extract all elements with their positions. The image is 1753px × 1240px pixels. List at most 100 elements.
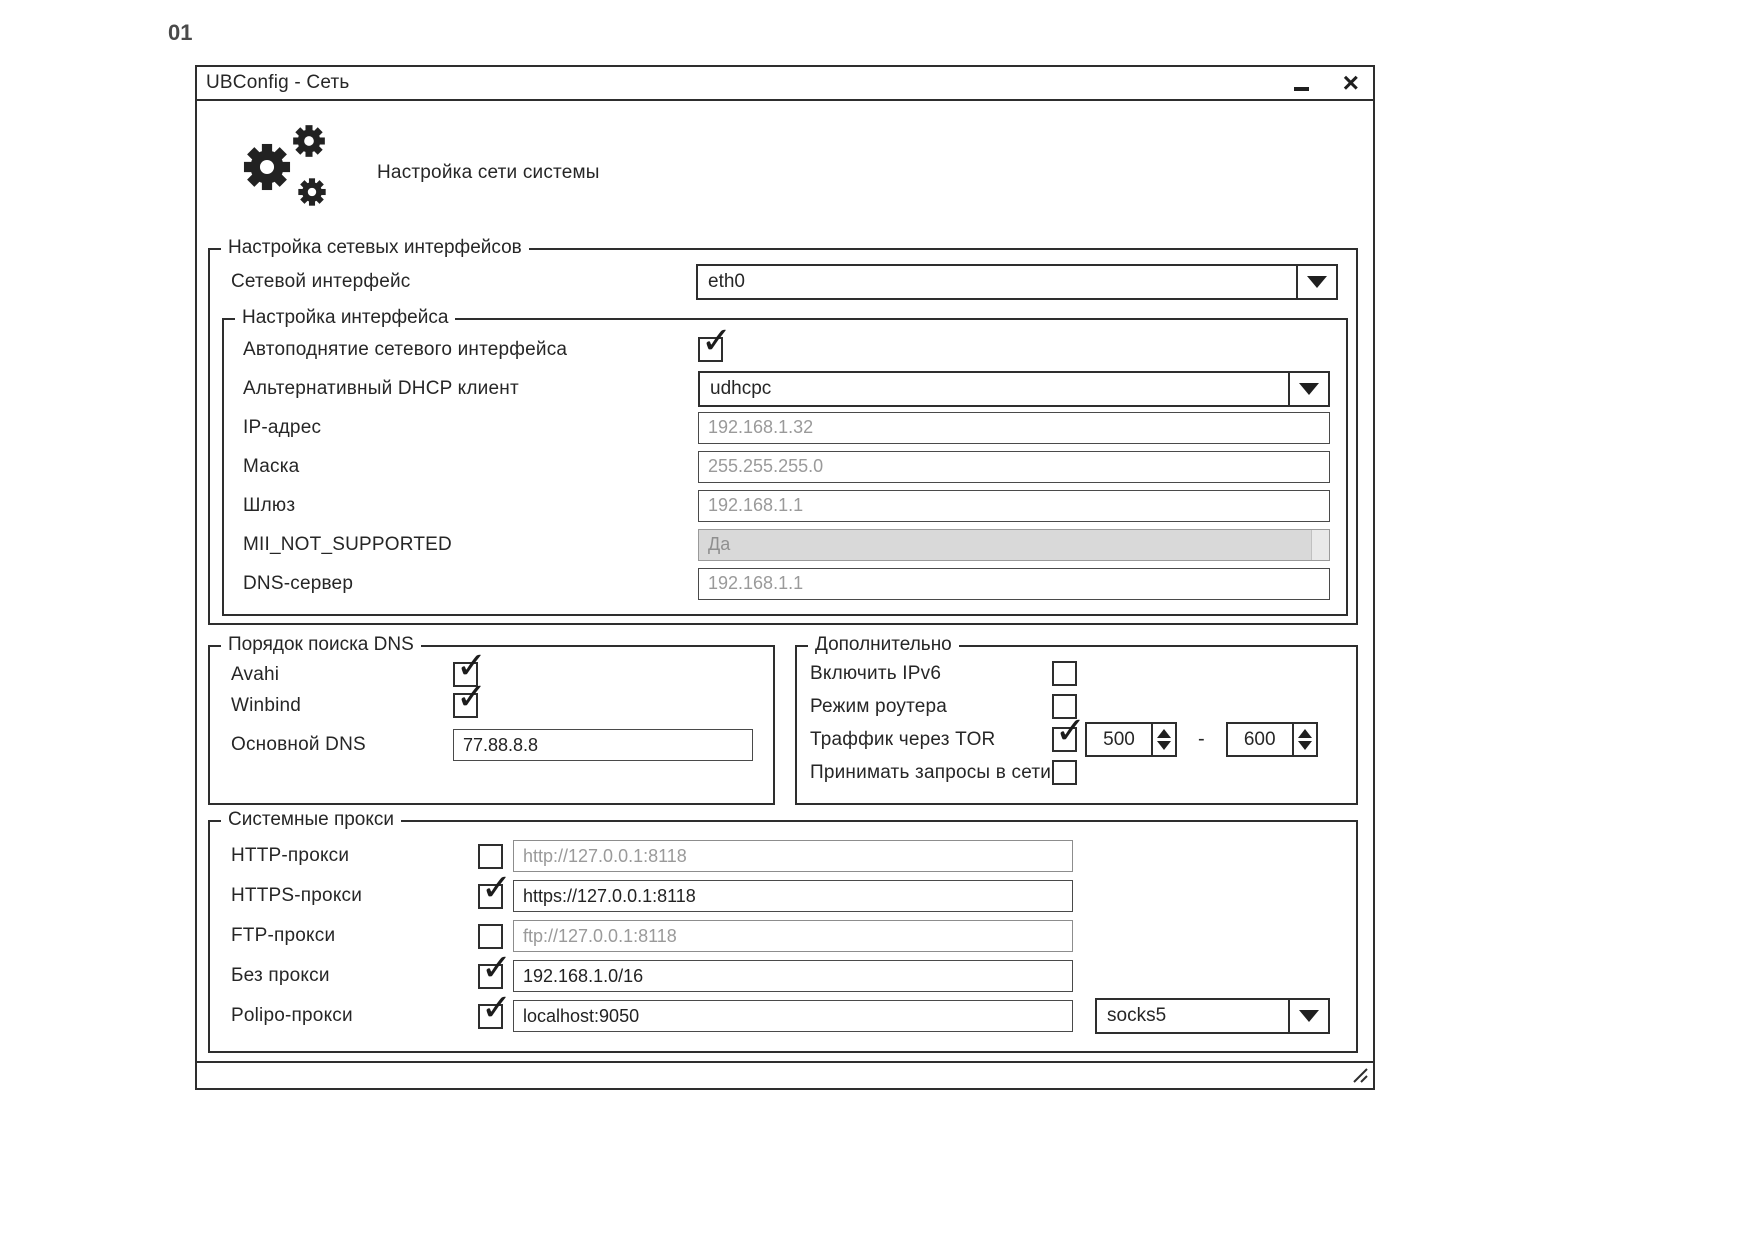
checkmark-icon: ✓ [701, 322, 732, 359]
http-proxy-checkbox[interactable]: ✓ [478, 844, 503, 869]
polipo-proxy-label: Polipo-прокси [231, 1005, 478, 1027]
dns-order-group: Порядок поиска DNS Avahi ✓ Winbind ✓ Осн… [208, 645, 775, 805]
http-proxy-row: HTTP-прокси ✓ [231, 836, 1338, 876]
status-bar [197, 1061, 1373, 1088]
gears-icon [235, 119, 339, 217]
gateway-input[interactable] [698, 490, 1330, 522]
polipo-proxy-row: Polipo-прокси ✓ socks5 [231, 996, 1338, 1036]
ip-address-label: IP-адрес [243, 417, 698, 439]
network-interfaces-group-title: Настройка сетевых интерфейсов [221, 237, 529, 259]
polipo-proxy-checkbox[interactable]: ✓ [478, 1004, 503, 1029]
checkmark-icon: ✓ [456, 678, 487, 715]
primary-dns-row: Основной DNS [231, 725, 755, 765]
router-mode-label: Режим роутера [810, 696, 1052, 718]
network-interfaces-group: Настройка сетевых интерфейсов Сетевой ин… [208, 248, 1358, 625]
page-number-label: 01 [168, 20, 192, 46]
dns-server-input[interactable] [698, 568, 1330, 600]
auto-up-row: Автоподнятие сетевого интерфейса ✓ [243, 330, 1330, 369]
gateway-label: Шлюз [243, 495, 698, 517]
mii-value: Да [708, 534, 730, 555]
tor-port-max-spinner[interactable]: 600 [1226, 722, 1318, 757]
spinner-buttons[interactable] [1292, 724, 1316, 755]
ftp-proxy-label: FTP-прокси [231, 925, 478, 947]
ipv6-label: Включить IPv6 [810, 663, 1052, 685]
tor-traffic-label: Траффик через TOR [810, 729, 1052, 751]
window-subtitle: Настройка сети системы [377, 162, 600, 184]
tor-port-min-spinner[interactable]: 500 [1085, 722, 1177, 757]
additional-group: Дополнительно Включить IPv6 ✓ Режим роут… [795, 645, 1358, 805]
https-proxy-input[interactable] [513, 880, 1073, 912]
accept-requests-label: Принимать запросы в сети [810, 762, 1052, 784]
tor-traffic-checkbox[interactable]: ✓ [1052, 727, 1077, 752]
http-proxy-input[interactable] [513, 840, 1073, 872]
resize-grip-icon[interactable] [1351, 1066, 1369, 1084]
accept-requests-checkbox[interactable]: ✓ [1052, 760, 1077, 785]
ftp-proxy-checkbox[interactable]: ✓ [478, 924, 503, 949]
interface-settings-group: Настройка интерфейса Автоподнятие сетево… [222, 318, 1348, 616]
chevron-down-icon[interactable] [1296, 266, 1336, 298]
network-interface-label: Сетевой интерфейс [231, 271, 696, 293]
interface-settings-group-title: Настройка интерфейса [235, 307, 455, 329]
http-proxy-label: HTTP-прокси [231, 845, 478, 867]
checkmark-icon: ✓ [481, 869, 512, 906]
system-proxies-group-title: Системные прокси [221, 809, 401, 831]
ipv6-checkbox[interactable]: ✓ [1052, 661, 1077, 686]
network-interface-row: Сетевой интерфейс eth0 [231, 264, 1338, 300]
gateway-row: Шлюз [243, 486, 1330, 525]
no-proxy-row: Без прокси ✓ [231, 956, 1338, 996]
close-icon[interactable]: × [1343, 73, 1359, 93]
mockup-canvas: 01 UBConfig - Сеть × Настройка сети с [0, 0, 1753, 1240]
system-proxies-group: Системные прокси HTTP-прокси ✓ HTTPS-про… [208, 820, 1358, 1053]
down-arrow-icon [1298, 741, 1312, 750]
checkmark-icon: ✓ [481, 989, 512, 1026]
avahi-row: Avahi ✓ [231, 659, 755, 690]
interface-settings-rows: Автоподнятие сетевого интерфейса ✓ Альте… [243, 330, 1330, 603]
ipv6-row: Включить IPv6 ✓ [810, 657, 1344, 690]
https-proxy-row: HTTPS-прокси ✓ [231, 876, 1338, 916]
dns-order-group-title: Порядок поиска DNS [221, 634, 421, 656]
mii-field: Да [698, 529, 1330, 561]
additional-group-title: Дополнительно [808, 634, 959, 656]
mii-row: MII_NOT_SUPPORTED Да [243, 525, 1330, 564]
primary-dns-label: Основной DNS [231, 734, 453, 756]
minimize-icon[interactable] [1294, 87, 1309, 91]
checkmark-icon: ✓ [1055, 712, 1086, 749]
avahi-label: Avahi [231, 664, 453, 686]
chevron-down-icon[interactable] [1288, 373, 1328, 405]
https-proxy-checkbox[interactable]: ✓ [478, 884, 503, 909]
down-arrow-icon [1157, 741, 1171, 750]
winbind-checkbox[interactable]: ✓ [453, 693, 478, 718]
ubconfig-window: UBConfig - Сеть × Настройка сети системы [195, 65, 1375, 1090]
ip-address-input[interactable] [698, 412, 1330, 444]
polipo-type-value: socks5 [1097, 1000, 1288, 1032]
netmask-label: Маска [243, 456, 698, 478]
dns-server-label: DNS-сервер [243, 573, 698, 595]
polipo-type-select[interactable]: socks5 [1095, 998, 1330, 1034]
no-proxy-input[interactable] [513, 960, 1073, 992]
no-proxy-label: Без прокси [231, 965, 478, 987]
no-proxy-checkbox[interactable]: ✓ [478, 964, 503, 989]
polipo-proxy-input[interactable] [513, 1000, 1073, 1032]
https-proxy-label: HTTPS-прокси [231, 885, 478, 907]
auto-up-label: Автоподнятие сетевого интерфейса [243, 339, 698, 361]
checkmark-icon: ✓ [481, 949, 512, 986]
tor-port-max-value: 600 [1228, 724, 1292, 755]
auto-up-checkbox[interactable]: ✓ [698, 337, 723, 362]
primary-dns-input[interactable] [453, 729, 753, 761]
spinner-buttons[interactable] [1151, 724, 1175, 755]
chevron-down-icon[interactable] [1288, 1000, 1328, 1032]
titlebar: UBConfig - Сеть × [197, 67, 1373, 101]
gear-small-icon [293, 173, 331, 211]
ftp-proxy-input[interactable] [513, 920, 1073, 952]
mii-label: MII_NOT_SUPPORTED [243, 534, 698, 556]
dhcp-client-row: Альтернативный DHCP клиент udhcpc [243, 369, 1330, 408]
mii-field-end [1311, 530, 1329, 560]
up-arrow-icon [1298, 729, 1312, 738]
range-separator: - [1198, 728, 1205, 751]
window-controls: × [1294, 73, 1359, 93]
dhcp-client-select[interactable]: udhcpc [698, 371, 1330, 407]
network-interface-select[interactable]: eth0 [696, 264, 1338, 300]
ftp-proxy-row: FTP-прокси ✓ [231, 916, 1338, 956]
netmask-input[interactable] [698, 451, 1330, 483]
dhcp-client-label: Альтернативный DHCP клиент [243, 378, 698, 400]
